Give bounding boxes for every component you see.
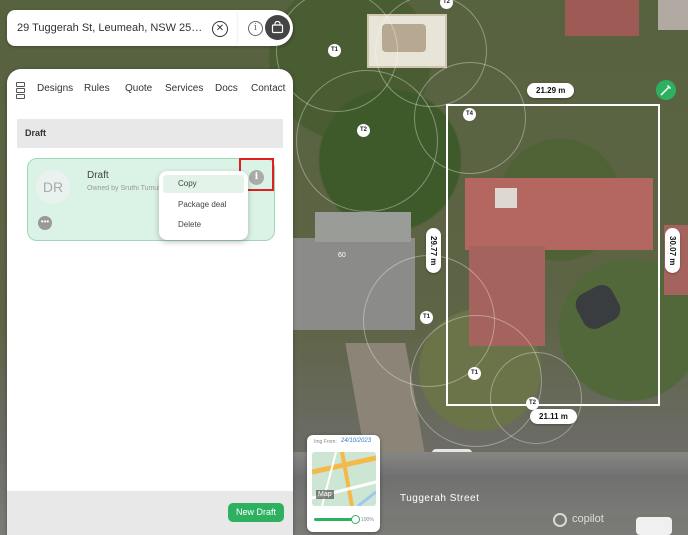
menu-icon[interactable] xyxy=(16,82,25,99)
tab-services[interactable]: Services xyxy=(165,83,203,94)
draft-section-header: Draft xyxy=(17,119,283,148)
address-search-input[interactable]: 29 Tuggerah St, Leumeah, NSW 2560, Austr… xyxy=(17,22,207,34)
pencil-icon xyxy=(660,84,672,96)
tab-docs[interactable]: Docs xyxy=(215,83,238,94)
designs-panel: Designs Rules Quote Services Docs Contac… xyxy=(7,69,293,535)
house-number: 60 xyxy=(338,252,346,259)
tree-label[interactable]: T4 xyxy=(463,108,476,121)
measurement-bottom[interactable]: 21.11 m xyxy=(530,409,577,424)
measurement-right[interactable]: 30.07 m xyxy=(665,228,680,274)
tree-label[interactable]: T1 xyxy=(328,44,341,57)
opacity-slider-handle[interactable] xyxy=(351,515,360,524)
menu-item-package-deal[interactable]: Package deal xyxy=(163,196,244,214)
panel-nav: Designs Rules Quote Services Docs Contac… xyxy=(7,69,293,107)
imagery-panel: Img From: 24/10/2023 Map 100% xyxy=(307,435,380,532)
search-actions: i xyxy=(238,10,293,46)
street-name: Tuggerah Street xyxy=(400,493,480,504)
car-3 xyxy=(636,517,672,535)
tree-radius xyxy=(375,0,487,107)
draft-card-title: Draft xyxy=(87,170,109,181)
tree-label[interactable]: T1 xyxy=(468,367,481,380)
tree-label[interactable]: T2 xyxy=(357,124,370,137)
imagery-date-label: Img From: xyxy=(314,439,337,445)
clear-search-icon[interactable]: ✕ xyxy=(212,21,228,37)
context-menu: Copy Package deal Delete xyxy=(159,171,248,240)
tab-contact[interactable]: Contact xyxy=(251,83,285,94)
cart-button[interactable] xyxy=(265,15,290,40)
tab-designs[interactable]: Designs xyxy=(37,83,73,94)
measurement-left[interactable]: 29.77 m xyxy=(426,228,441,274)
new-draft-button[interactable]: New Draft xyxy=(228,503,284,522)
lot-boundary[interactable] xyxy=(446,104,660,406)
info-icon[interactable]: i xyxy=(248,21,263,36)
more-options-icon[interactable]: ••• xyxy=(38,216,52,230)
tab-quote[interactable]: Quote xyxy=(125,83,152,94)
measurement-top[interactable]: 21.29 m xyxy=(527,83,575,98)
roof-neighbour-corner xyxy=(658,0,688,30)
watermark-logo-icon xyxy=(553,513,567,527)
edit-tool-button[interactable] xyxy=(656,80,676,100)
watermark: copilot xyxy=(572,513,604,525)
map-toggle-thumbnail[interactable]: Map xyxy=(312,452,376,506)
panel-footer: New Draft xyxy=(7,491,293,535)
tree-label[interactable]: T1 xyxy=(420,311,433,324)
draft-section-title: Draft xyxy=(25,128,47,138)
tab-rules[interactable]: Rules xyxy=(84,83,110,94)
menu-item-delete[interactable]: Delete xyxy=(163,216,244,234)
map-toggle-label: Map xyxy=(316,490,334,499)
opacity-value: 100% xyxy=(361,517,374,523)
menu-item-copy[interactable]: Copy xyxy=(163,175,244,193)
cart-icon xyxy=(271,21,284,34)
roof-neighbour-left-top xyxy=(315,212,411,242)
draft-card-owner: Owned by Sruthi Tumulu xyxy=(87,185,164,192)
roof-neighbour-topright xyxy=(565,0,639,36)
avatar: DR xyxy=(36,170,70,204)
imagery-date[interactable]: 24/10/2023 xyxy=(341,438,371,444)
address-search-bar[interactable]: 29 Tuggerah St, Leumeah, NSW 2560, Austr… xyxy=(7,10,238,46)
